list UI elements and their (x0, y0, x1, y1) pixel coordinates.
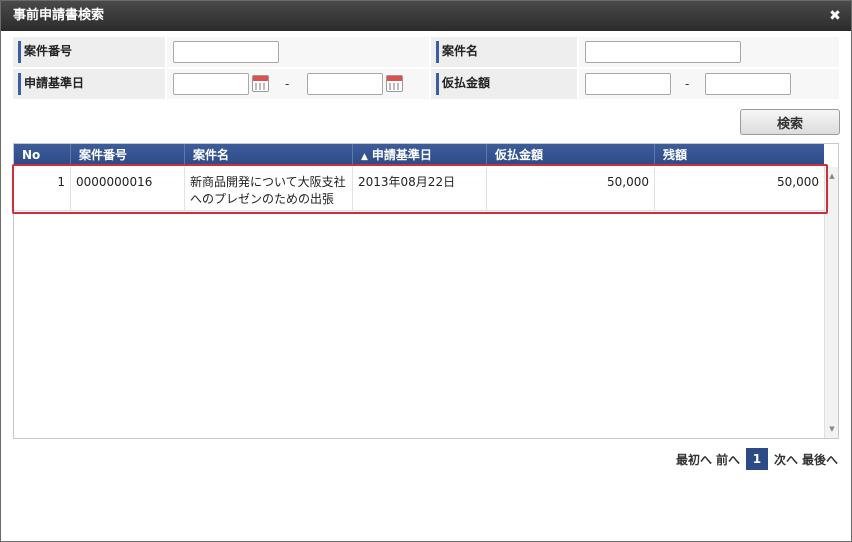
results-table: No 案件番号 案件名 ▲ 申請基準日 仮払金額 残額 1 0000000016 … (13, 143, 839, 439)
case-name-field-cell (579, 37, 839, 67)
case-number-label: 案件番号 (13, 37, 165, 67)
dialog-title: 事前申請書検索 (13, 8, 105, 23)
cell-balance: 50,000 (777, 175, 819, 189)
advance-amount-to-input[interactable] (705, 73, 791, 95)
calendar-icon-to[interactable] (386, 75, 403, 92)
column-header-case-number[interactable]: 案件番号 (71, 144, 185, 166)
column-header-balance[interactable]: 残額 (655, 144, 824, 166)
application-date-field-cell: - (167, 69, 429, 99)
dialog-titlebar: 事前申請書検索 ✖ (1, 1, 851, 31)
vertical-scrollbar[interactable]: ▲ ▼ (824, 167, 838, 438)
column-header-application-date[interactable]: ▲ 申請基準日 (353, 144, 487, 166)
search-button[interactable]: 検索 (740, 109, 840, 135)
advance-amount-from-input[interactable] (585, 73, 671, 95)
case-name-input[interactable] (585, 41, 741, 63)
column-header-advance-amount[interactable]: 仮払金額 (487, 144, 655, 166)
table-row[interactable]: 1 0000000016 新商品開発について大阪支社へのプレゼンのための出張 2… (14, 167, 824, 211)
application-date-label: 申請基準日 (13, 69, 165, 99)
table-header: No 案件番号 案件名 ▲ 申請基準日 仮払金額 残額 (14, 144, 824, 166)
application-date-from-input[interactable] (173, 73, 249, 95)
case-number-input[interactable] (173, 41, 279, 63)
advance-amount-field-cell: - (579, 69, 839, 99)
pager-current-page[interactable]: 1 (745, 448, 768, 470)
search-dialog: 事前申請書検索 ✖ 案件番号 案件名 申請基準日 - 仮払金額 - 検索 No … (0, 0, 852, 542)
calendar-icon-from[interactable] (252, 75, 269, 92)
form-row-1: 案件番号 案件名 (13, 37, 839, 67)
application-date-to-input[interactable] (307, 73, 383, 95)
pager-last[interactable]: 最後へ (802, 451, 838, 468)
advance-amount-label: 仮払金額 (431, 69, 577, 99)
case-name-label: 案件名 (431, 37, 577, 67)
sort-ascending-icon: ▲ (361, 152, 368, 162)
scroll-down-arrow-icon[interactable]: ▼ (825, 422, 839, 436)
form-row-2: 申請基準日 - 仮払金額 - (13, 69, 839, 99)
column-header-case-name[interactable]: 案件名 (185, 144, 353, 166)
case-number-field-cell (167, 37, 429, 67)
date-range-separator: - (285, 77, 290, 91)
cell-application-date: 2013年08月22日 (353, 167, 487, 211)
close-icon[interactable]: ✖ (828, 1, 842, 31)
column-header-no[interactable]: No (14, 144, 71, 166)
cell-advance-amount: 50,000 (487, 167, 655, 211)
pagination: 最初へ 前へ 1 次へ 最後へ (672, 448, 838, 470)
column-header-application-date-label: 申請基準日 (371, 148, 432, 162)
amount-range-separator: - (685, 77, 690, 91)
pager-prev[interactable]: 前へ (716, 451, 740, 468)
cell-case-name: 新商品開発について大阪支社へのプレゼンのための出張 (185, 167, 353, 211)
pager-next[interactable]: 次へ (774, 451, 798, 468)
cell-no: 1 (14, 167, 71, 211)
pager-first[interactable]: 最初へ (676, 451, 712, 468)
scroll-up-arrow-icon[interactable]: ▲ (825, 169, 839, 183)
cell-case-number: 0000000016 (71, 167, 185, 211)
